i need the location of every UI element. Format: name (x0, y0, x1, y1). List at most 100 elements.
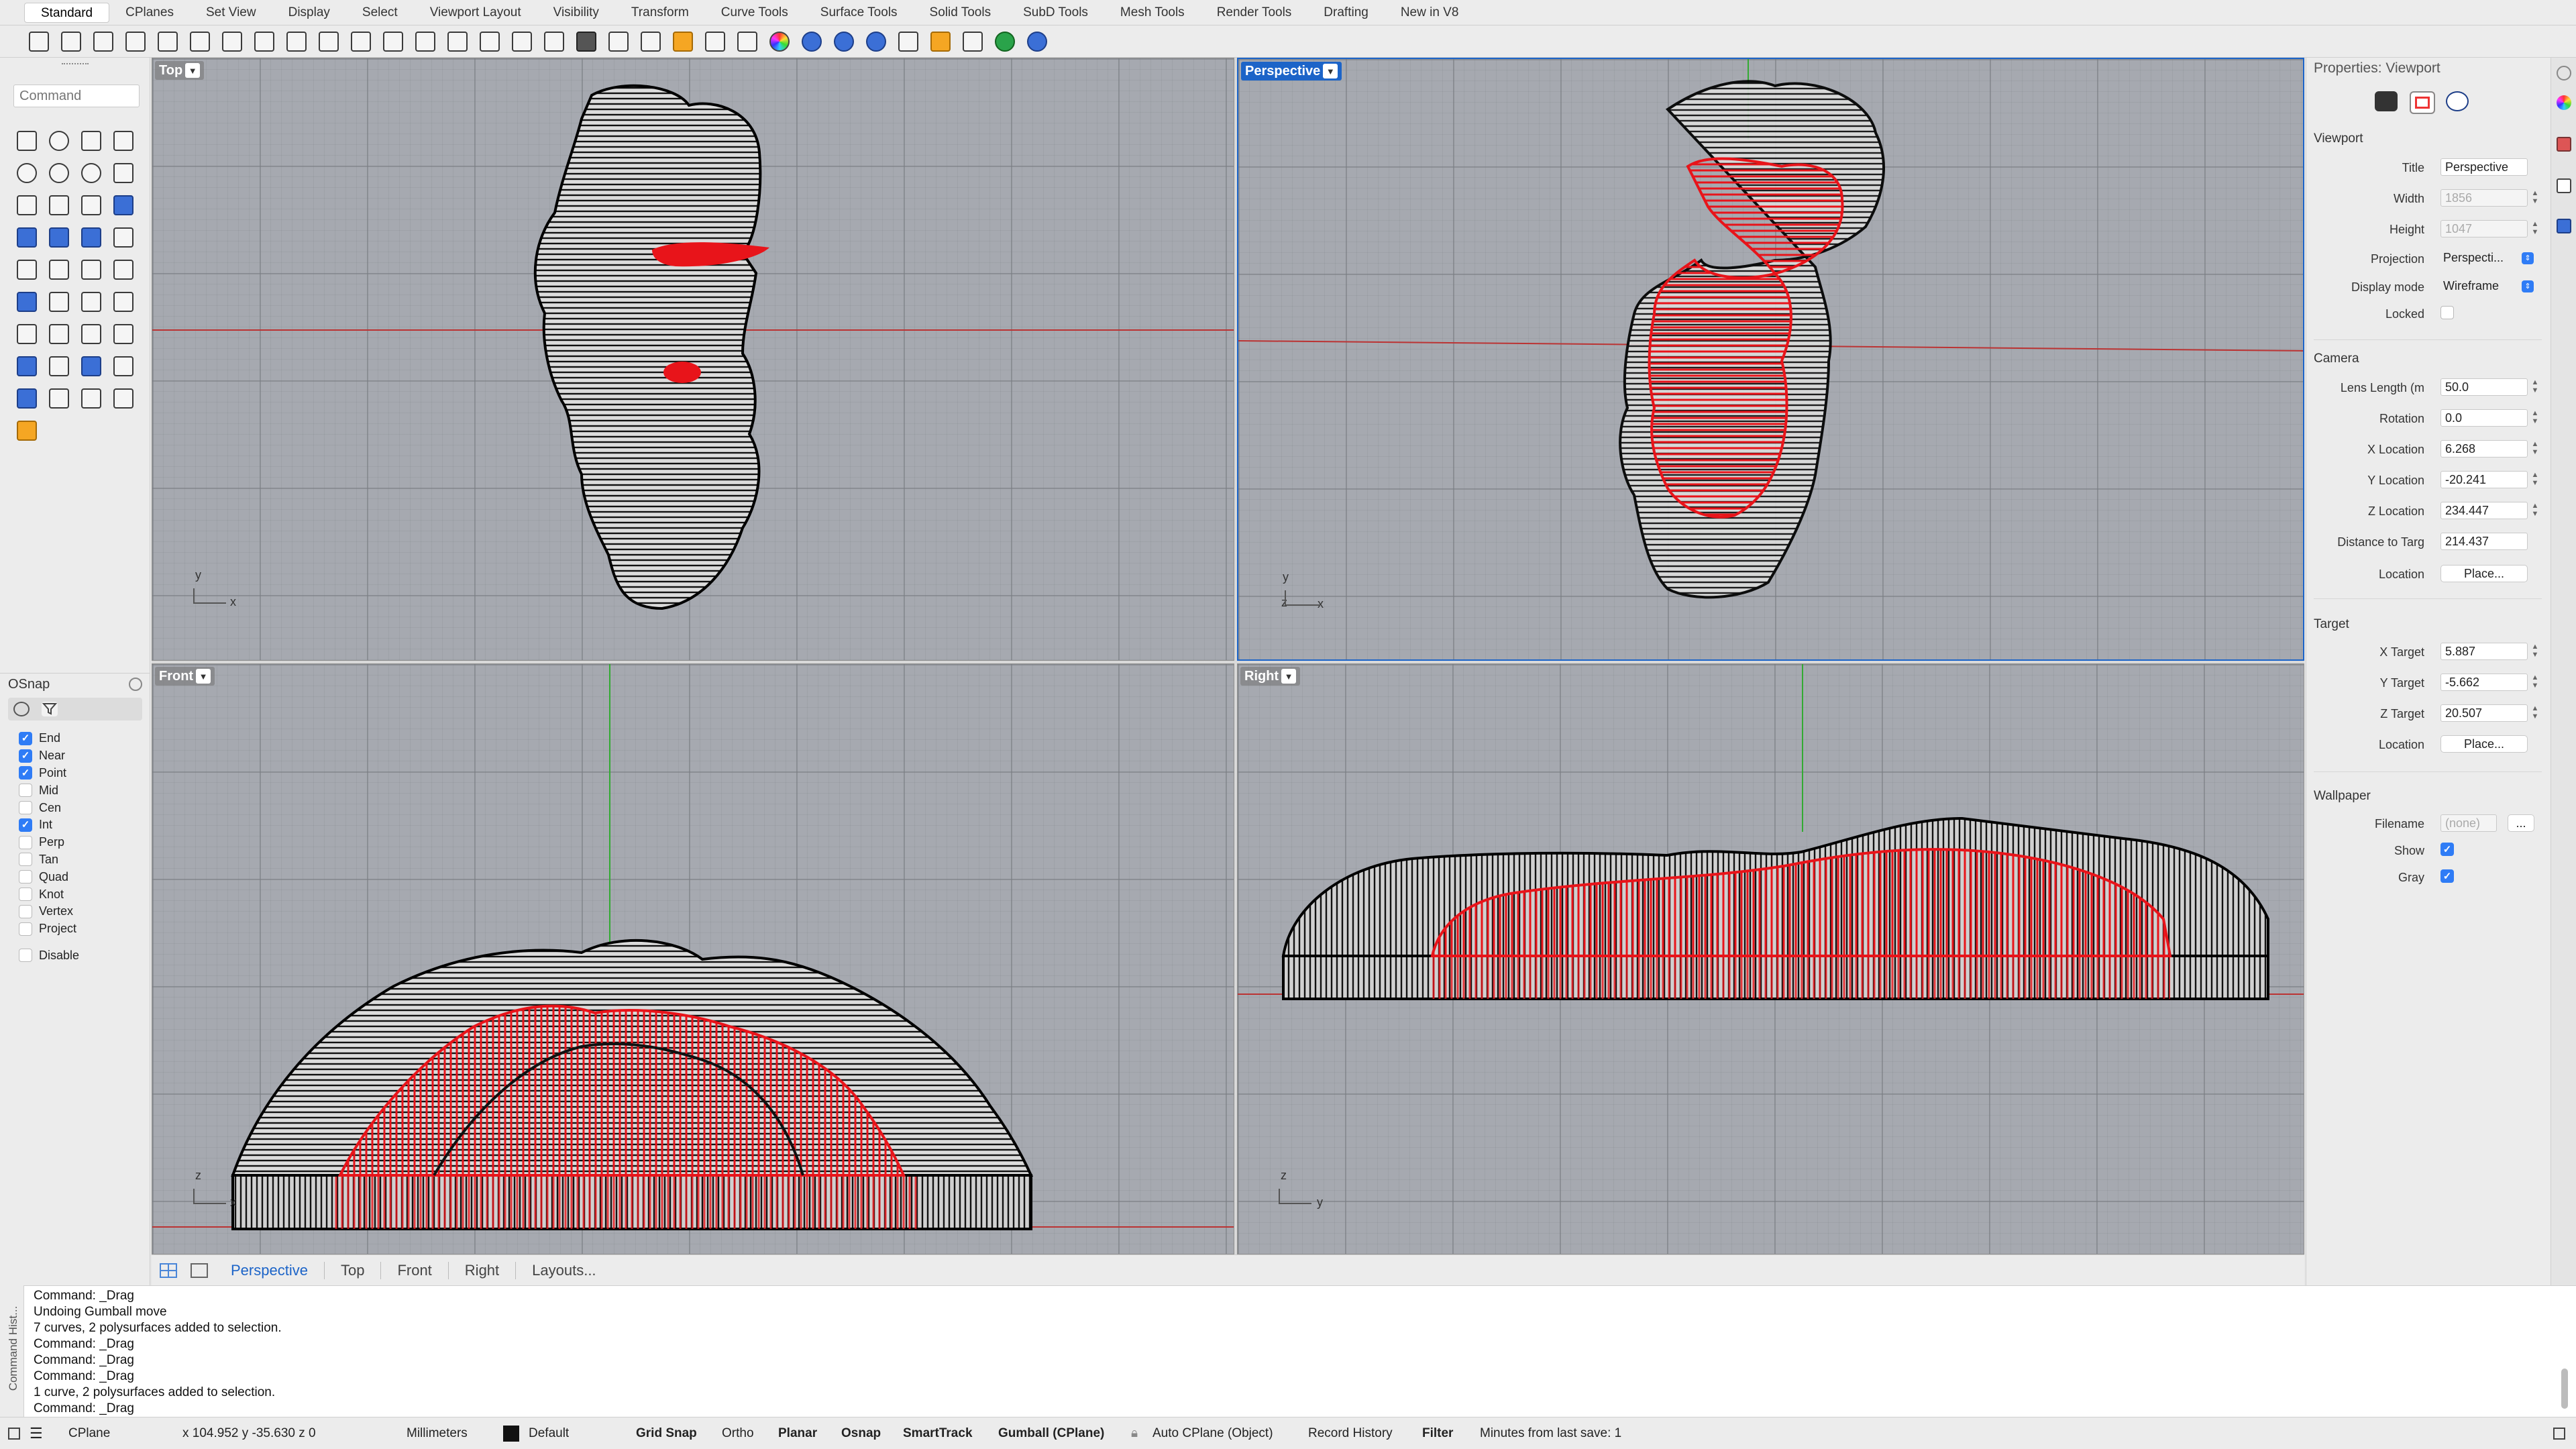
osnap-checkbox[interactable] (19, 835, 32, 849)
sphere-shaded-button[interactable] (829, 28, 859, 56)
viewport-tab-top[interactable]: Top (325, 1261, 382, 1279)
show-checkbox[interactable]: ✓ (2440, 843, 2454, 856)
lock-button[interactable] (700, 28, 730, 56)
layer-label[interactable]: Default (529, 1417, 569, 1449)
units-label[interactable]: Millimeters (407, 1417, 468, 1449)
tab-viewport-layout[interactable]: Viewport Layout (414, 3, 537, 23)
stepper-icon[interactable]: ▲ ▼ (2530, 378, 2540, 396)
offset-tool[interactable] (43, 189, 75, 221)
osnap-vertex[interactable]: Vertex (19, 903, 146, 920)
copy-button[interactable] (217, 28, 247, 56)
osnap-mid[interactable]: Mid (19, 782, 146, 799)
dimension-tool[interactable] (43, 318, 75, 350)
list-icon[interactable]: ☰ (30, 1417, 43, 1449)
undo-button[interactable] (282, 28, 311, 56)
chevron-down-icon[interactable]: ▼ (1323, 64, 1338, 78)
hatch-tool[interactable] (75, 318, 107, 350)
chevron-updown-icon[interactable]: ⇕ (2522, 252, 2534, 264)
osnap-checkbox[interactable] (19, 801, 32, 815)
osnap-knot[interactable]: Knot (19, 885, 146, 903)
filename-field[interactable]: (none) (2440, 814, 2497, 832)
viewport-tab-layouts[interactable]: Layouts... (516, 1262, 612, 1279)
color-wheel-icon[interactable] (2557, 95, 2571, 110)
osnap-checkbox[interactable] (19, 853, 32, 867)
stepper-icon[interactable]: ▲ ▼ (2530, 643, 2540, 660)
osnap-near[interactable]: ✓ Near (19, 747, 146, 765)
stepper-icon[interactable]: ▲ ▼ (2530, 409, 2540, 427)
grid-button[interactable] (539, 28, 569, 56)
gumball-button[interactable] (958, 28, 987, 56)
viewport-title-top[interactable]: Top ▼ (155, 61, 205, 80)
tab-curve-tools[interactable]: Curve Tools (705, 3, 804, 23)
title-field[interactable]: Perspective (2440, 158, 2528, 176)
osnap-disable-checkbox[interactable] (19, 949, 32, 963)
osnap-toggle[interactable]: Osnap (841, 1417, 881, 1449)
circle-tool[interactable] (11, 157, 43, 189)
y-location-field[interactable]: -20.241 (2440, 471, 2528, 488)
sphere-tool[interactable] (11, 286, 43, 318)
display-mode-select[interactable]: Wireframe (2440, 278, 2533, 295)
polyline-tool[interactable] (75, 125, 107, 157)
select-arrow-tool[interactable] (11, 125, 43, 157)
osnap-checkbox[interactable] (19, 922, 32, 936)
open-folder-button[interactable] (56, 28, 86, 56)
tab-standard[interactable]: Standard (24, 2, 110, 23)
gray-checkbox[interactable]: ✓ (2440, 869, 2454, 883)
tab-solid-tools[interactable]: Solid Tools (914, 3, 1008, 23)
zoom-button[interactable] (378, 28, 408, 56)
place-target-button[interactable]: Place... (2440, 735, 2528, 753)
stepper-icon[interactable]: ▲ ▼ (2530, 674, 2540, 691)
stepper-icon[interactable]: ▲ ▼ (2530, 471, 2540, 488)
tab-render-tools[interactable]: Render Tools (1201, 3, 1308, 23)
projection-select[interactable]: Perspecti... (2440, 250, 2533, 267)
viewport-tab-right[interactable]: Right (449, 1261, 517, 1279)
check-tool[interactable] (75, 382, 107, 415)
osnap-checkbox[interactable]: ✓ (19, 731, 32, 745)
split-tool[interactable] (107, 286, 140, 318)
array-tool[interactable] (43, 350, 75, 382)
tab-visibility[interactable]: Visibility (537, 3, 615, 23)
display-icon[interactable] (2557, 178, 2571, 193)
sun-icon[interactable] (2446, 91, 2469, 111)
osnap-checkbox[interactable]: ✓ (19, 749, 32, 763)
cut-button[interactable] (185, 28, 215, 56)
single-view-icon[interactable] (191, 1263, 208, 1278)
layers-icon[interactable] (2557, 219, 2571, 233)
auto-cplane-toggle[interactable]: Auto CPlane (Object) (1152, 1417, 1273, 1449)
zoom-selected-button[interactable] (475, 28, 504, 56)
z-target-field[interactable]: 20.507 (2440, 704, 2528, 722)
tab-surface-tools[interactable]: Surface Tools (804, 3, 914, 23)
osnap-mode-icon[interactable] (13, 702, 30, 716)
point-select-button[interactable] (894, 28, 923, 56)
scrollbar[interactable] (2561, 1368, 2568, 1409)
tab-drafting[interactable]: Drafting (1307, 3, 1385, 23)
loft-tool[interactable] (43, 286, 75, 318)
filter-icon[interactable] (42, 702, 58, 716)
rotate-button[interactable] (507, 28, 537, 56)
import-button[interactable] (153, 28, 182, 56)
osnap-checkbox[interactable]: ✓ (19, 818, 32, 832)
arrange-tool[interactable] (107, 350, 140, 382)
pan-hand-button[interactable] (314, 28, 343, 56)
osnap-cen[interactable]: Cen (19, 799, 146, 816)
zoom-extents-button[interactable] (443, 28, 472, 56)
gear-icon[interactable] (2557, 66, 2571, 80)
material-button[interactable] (733, 28, 762, 56)
tab-mesh-tools[interactable]: Mesh Tools (1104, 3, 1201, 23)
rectangle-tool[interactable] (107, 157, 140, 189)
tab-subd-tools[interactable]: SubD Tools (1007, 3, 1104, 23)
arc-tool[interactable] (75, 157, 107, 189)
tab-set-view[interactable]: Set View (190, 3, 272, 23)
trim-tool[interactable] (107, 254, 140, 286)
viewport-right[interactable]: Right ▼ z y (1237, 663, 2304, 1254)
osnap-tan[interactable]: Tan (19, 851, 146, 869)
grid-snap-toggle[interactable]: Grid Snap (636, 1417, 697, 1449)
chevron-down-icon[interactable]: ▼ (196, 669, 211, 684)
sphere-render-button[interactable] (861, 28, 891, 56)
scale-tool[interactable] (107, 318, 140, 350)
command-input[interactable] (13, 85, 140, 107)
draft-tool[interactable] (11, 415, 43, 447)
tab-new-in-v8[interactable]: New in V8 (1385, 3, 1475, 23)
record-history-toggle[interactable]: Record History (1308, 1417, 1393, 1449)
viewport-title-front[interactable]: Front ▼ (155, 667, 215, 686)
